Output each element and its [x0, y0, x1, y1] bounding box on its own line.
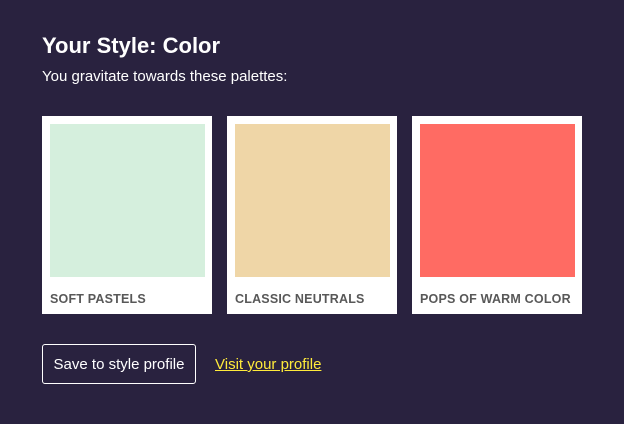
- palette-list: SOFT PASTELS CLASSIC NEUTRALS POPS OF WA…: [42, 116, 582, 314]
- visit-profile-link[interactable]: Visit your profile: [215, 356, 321, 374]
- palette-label: CLASSIC NEUTRALS: [235, 292, 365, 306]
- palette-label: SOFT PASTELS: [50, 292, 146, 306]
- palette-card-pops-of-warm-color[interactable]: POPS OF WARM COLOR: [412, 116, 582, 314]
- save-to-style-profile-button[interactable]: Save to style profile: [42, 344, 196, 384]
- palette-label: POPS OF WARM COLOR: [420, 292, 571, 306]
- palette-swatch: [50, 124, 205, 277]
- palette-swatch: [420, 124, 575, 277]
- page-subtitle: You gravitate towards these palettes:: [42, 68, 288, 85]
- palette-card-soft-pastels[interactable]: SOFT PASTELS: [42, 116, 212, 314]
- palette-swatch: [235, 124, 390, 277]
- palette-card-classic-neutrals[interactable]: CLASSIC NEUTRALS: [227, 116, 397, 314]
- page-title: Your Style: Color: [42, 33, 221, 58]
